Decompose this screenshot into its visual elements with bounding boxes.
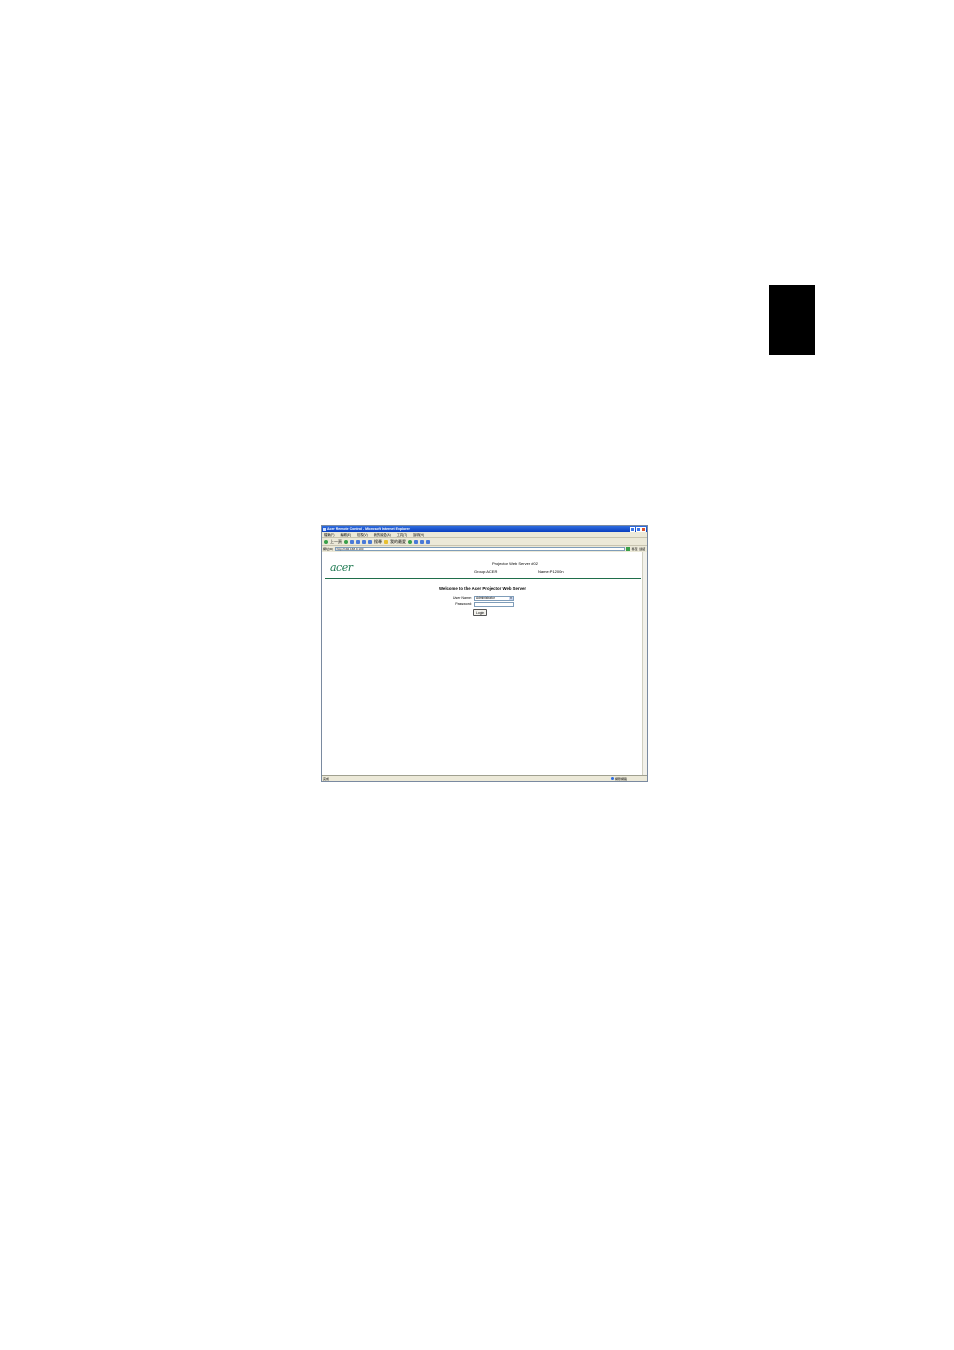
login-button[interactable]: Login: [473, 609, 488, 616]
address-value: http://192.168.0.100: [336, 547, 364, 551]
mail-icon[interactable]: [420, 539, 424, 544]
favorites-label[interactable]: 我的最愛: [390, 539, 406, 545]
menu-favorites[interactable]: 我的最愛(A): [374, 532, 391, 537]
menu-view[interactable]: 檢視(V): [357, 532, 368, 537]
back-icon[interactable]: [324, 539, 328, 544]
globe-icon: [610, 777, 614, 780]
header-divider: [325, 578, 641, 579]
password-input[interactable]: [474, 602, 514, 607]
toolbar: 上一頁 搜尋 我的最愛: [322, 537, 647, 545]
maximize-button[interactable]: [635, 526, 641, 532]
user-name-row: User Name: Administrator ▾: [450, 596, 514, 601]
menu-file[interactable]: 檔案(F): [324, 532, 334, 537]
minimize-button[interactable]: [630, 526, 635, 532]
menu-tools[interactable]: 工具(T): [397, 532, 407, 537]
security-zone: 網際網路: [614, 776, 627, 781]
forward-icon[interactable]: [344, 539, 348, 544]
acer-logo: acer: [330, 561, 353, 574]
server-title: Projector Web Server #02: [492, 561, 538, 566]
history-icon[interactable]: [414, 539, 418, 544]
user-name-label: User Name:: [452, 596, 472, 601]
go-button[interactable]: 移至: [632, 547, 638, 551]
password-label: Password:: [455, 602, 472, 607]
search-label[interactable]: 搜尋: [374, 539, 382, 545]
stop-icon[interactable]: [350, 539, 354, 544]
user-name-value: Administrator: [476, 596, 495, 601]
search-icon[interactable]: [368, 539, 372, 544]
password-row: Password:: [450, 602, 514, 607]
refresh-icon[interactable]: [356, 539, 360, 544]
links-label[interactable]: 連結: [639, 547, 645, 551]
section-tab-marker: [769, 285, 815, 355]
media-icon[interactable]: [408, 539, 412, 544]
back-label[interactable]: 上一頁: [330, 539, 342, 545]
window-title: Acer Remote Control - Microsoft Internet…: [327, 527, 410, 531]
menu-edit[interactable]: 編輯(E): [340, 532, 351, 537]
group-label: Group:ACER: [474, 569, 498, 574]
status-text: 完成: [323, 776, 330, 781]
user-name-select[interactable]: Administrator ▾: [474, 596, 514, 601]
close-button[interactable]: [641, 526, 646, 532]
vertical-scrollbar[interactable]: [642, 552, 647, 775]
address-input[interactable]: http://192.168.0.100: [334, 547, 625, 551]
menu-help[interactable]: 說明(H): [413, 532, 424, 537]
status-bar: 完成 網際網路: [322, 775, 647, 781]
menu-bar: 檔案(F) 編輯(E) 檢視(V) 我的最愛(A) 工具(T) 說明(H): [322, 532, 647, 537]
browser-window: Acer Remote Control - Microsoft Internet…: [321, 525, 648, 782]
print-icon[interactable]: [426, 539, 430, 544]
go-icon[interactable]: [626, 547, 631, 551]
favorites-icon[interactable]: [384, 539, 388, 544]
device-name-label: Name:P1200n: [538, 569, 564, 574]
chevron-down-icon[interactable]: ▾: [509, 596, 513, 600]
home-icon[interactable]: [362, 539, 366, 544]
welcome-heading: Welcome to the Acer Projector Web Server: [438, 586, 527, 591]
ie-icon: [323, 527, 326, 531]
page-content: acer Projector Web Server #02 Group:ACER…: [322, 552, 643, 775]
address-label: 網址(D): [323, 547, 334, 551]
